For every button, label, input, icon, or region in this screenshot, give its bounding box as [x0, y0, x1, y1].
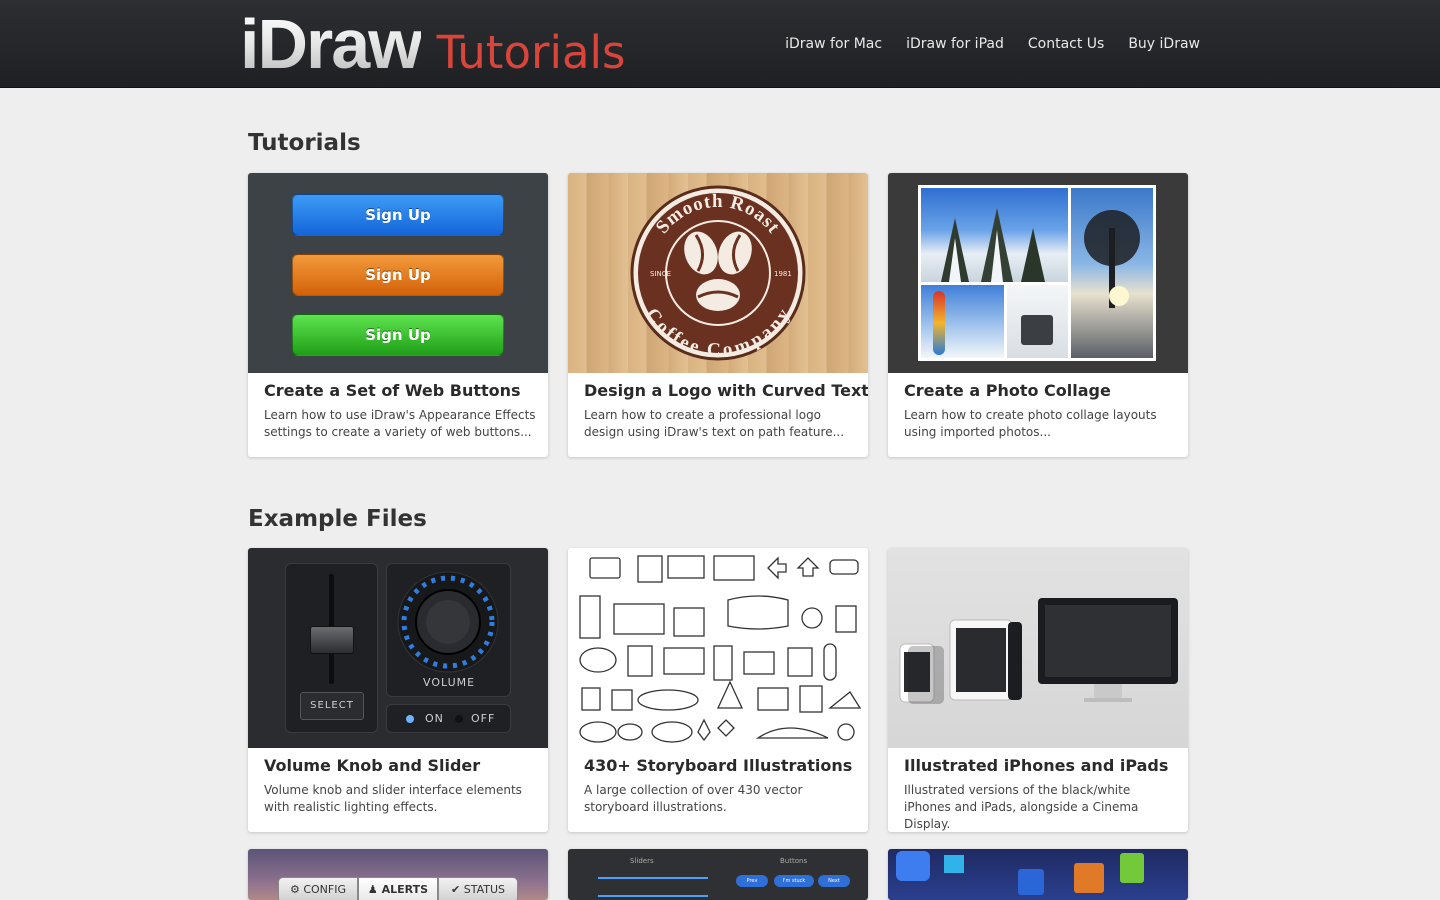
nav-buy-idraw[interactable]: Buy iDraw [1128, 36, 1200, 52]
snowboard-photo [921, 285, 1004, 358]
coffee-logo-thumbnail: Smooth Roast Coffee Company SINCE 1981 [568, 173, 868, 373]
app-icon [944, 855, 964, 873]
gondola-icon [1021, 315, 1053, 345]
volume-knob-thumbnail: SELECT VOLUME ON OFF [248, 548, 548, 748]
off-indicator-icon [455, 715, 463, 723]
tree-silhouette-icon [1084, 210, 1140, 308]
example-card-volume-knob[interactable]: SELECT VOLUME ON OFF Volume Knob and Sli… [248, 548, 548, 832]
top-navbar: iDraw Tutorials iDraw for Mac iDraw for … [0, 0, 1440, 88]
controls-thumbnail: Sliders Buttons Prev I'm stuck Next [568, 849, 868, 900]
nav-idraw-for-mac[interactable]: iDraw for Mac [785, 36, 882, 52]
tab-alerts: ♟ ALERTS [358, 877, 438, 900]
card-description: Learn how to create photo collage layout… [904, 408, 1157, 439]
card-description: Illustrated versions of the black/white … [904, 783, 1139, 831]
card-description: Learn how to create a professional logo … [584, 408, 845, 439]
card-description: Learn how to use iDraw's Appearance Effe… [264, 408, 536, 439]
card-title[interactable]: Volume Knob and Slider [264, 756, 480, 775]
on-label: ON [425, 712, 444, 725]
sunset-tree-photo [1071, 188, 1153, 358]
shopping-bag-icon [1120, 853, 1144, 883]
off-label: OFF [471, 712, 496, 725]
tabs-thumbnail: ⚙ CONFIG ♟ ALERTS ✔ STATUS [248, 849, 548, 900]
example-card-tabs-partial[interactable]: ⚙ CONFIG ♟ ALERTS ✔ STATUS [248, 849, 548, 900]
slider-2 [598, 895, 708, 897]
buttons-label: Buttons [780, 857, 808, 865]
devices-image [899, 598, 1178, 704]
mini-next-button: Next [818, 875, 850, 887]
logo-brand: iDraw [240, 5, 423, 83]
main-nav: iDraw for Mac iDraw for iPad Contact Us … [785, 36, 1200, 52]
example-card-storyboard[interactable]: 430+ Storyboard Illustrations A large co… [568, 548, 868, 832]
example-card-icons-partial[interactable] [888, 849, 1188, 900]
ski-lift-photo [1007, 285, 1068, 358]
nav-idraw-for-ipad[interactable]: iDraw for iPad [906, 36, 1004, 52]
knob-panel: VOLUME [386, 563, 511, 697]
volume-label: VOLUME [423, 676, 476, 689]
tutorial-card-curved-logo[interactable]: Smooth Roast Coffee Company SINCE 1981 D… [568, 173, 868, 457]
gear-icon: ⚙ [289, 883, 304, 896]
tab-status: ✔ STATUS [438, 877, 518, 900]
card-description: A large collection of over 430 vector st… [584, 783, 803, 814]
slider-handle [310, 626, 354, 654]
check-icon: ✔ [451, 883, 464, 896]
logo-year: 1981 [774, 270, 792, 278]
on-indicator-icon [406, 715, 414, 723]
trees-icon [941, 208, 1045, 282]
mini-stuck-button: I'm stuck [774, 875, 814, 887]
example-card-devices[interactable]: Illustrated iPhones and iPads Illustrate… [888, 548, 1188, 832]
web-buttons-thumbnail: Sign Up Sign Up Sign Up [248, 173, 548, 373]
chat-icon [896, 851, 930, 881]
bell-icon: ♟ [367, 883, 382, 896]
site-logo[interactable]: iDraw Tutorials [240, 8, 626, 80]
example-files-heading: Example Files [248, 506, 427, 532]
on-off-panel: ON OFF [386, 704, 511, 733]
example-card-controls-partial[interactable]: Sliders Buttons Prev I'm stuck Next [568, 849, 868, 900]
card-title[interactable]: 430+ Storyboard Illustrations [584, 756, 852, 775]
slider-1 [598, 877, 708, 879]
logo-subtitle: Tutorials [436, 26, 626, 79]
tutorials-heading: Tutorials [248, 130, 361, 156]
card-title[interactable]: Create a Set of Web Buttons [264, 381, 521, 400]
tab-config: ⚙ CONFIG [278, 877, 358, 900]
briefcase-icon [1074, 863, 1104, 893]
mini-prev-button: Prev [736, 875, 768, 887]
card-title[interactable]: Create a Photo Collage [904, 381, 1111, 400]
card-title[interactable]: Illustrated iPhones and iPads [904, 756, 1168, 775]
card-title[interactable]: Design a Logo with Curved Text [584, 381, 868, 400]
snowy-trees-photo [921, 188, 1068, 282]
select-button: SELECT [300, 692, 364, 720]
collage-frame [918, 185, 1156, 361]
sample-signup-button-orange: Sign Up [292, 254, 504, 296]
sample-signup-button-green: Sign Up [292, 314, 504, 356]
sliders-label: Sliders [630, 857, 654, 865]
sample-signup-button-blue: Sign Up [292, 194, 504, 236]
icons-thumbnail [888, 849, 1188, 900]
logo-since: SINCE [650, 270, 671, 278]
devices-thumbnail [888, 548, 1188, 748]
coffee-logo-image: Smooth Roast Coffee Company SINCE 1981 [630, 185, 806, 361]
card-description: Volume knob and slider interface element… [264, 783, 522, 814]
snowboard-icon [933, 291, 945, 355]
tutorial-card-web-buttons[interactable]: Sign Up Sign Up Sign Up Create a Set of … [248, 173, 548, 457]
tutorial-card-photo-collage[interactable]: Create a Photo Collage Learn how to crea… [888, 173, 1188, 457]
slider-panel: SELECT [285, 563, 378, 733]
photo-collage-thumbnail [888, 173, 1188, 373]
floppy-disk-icon [1018, 869, 1044, 895]
nav-contact-us[interactable]: Contact Us [1028, 36, 1104, 52]
storyboard-illustrations-image [579, 555, 862, 743]
storyboard-thumbnail [568, 548, 868, 748]
